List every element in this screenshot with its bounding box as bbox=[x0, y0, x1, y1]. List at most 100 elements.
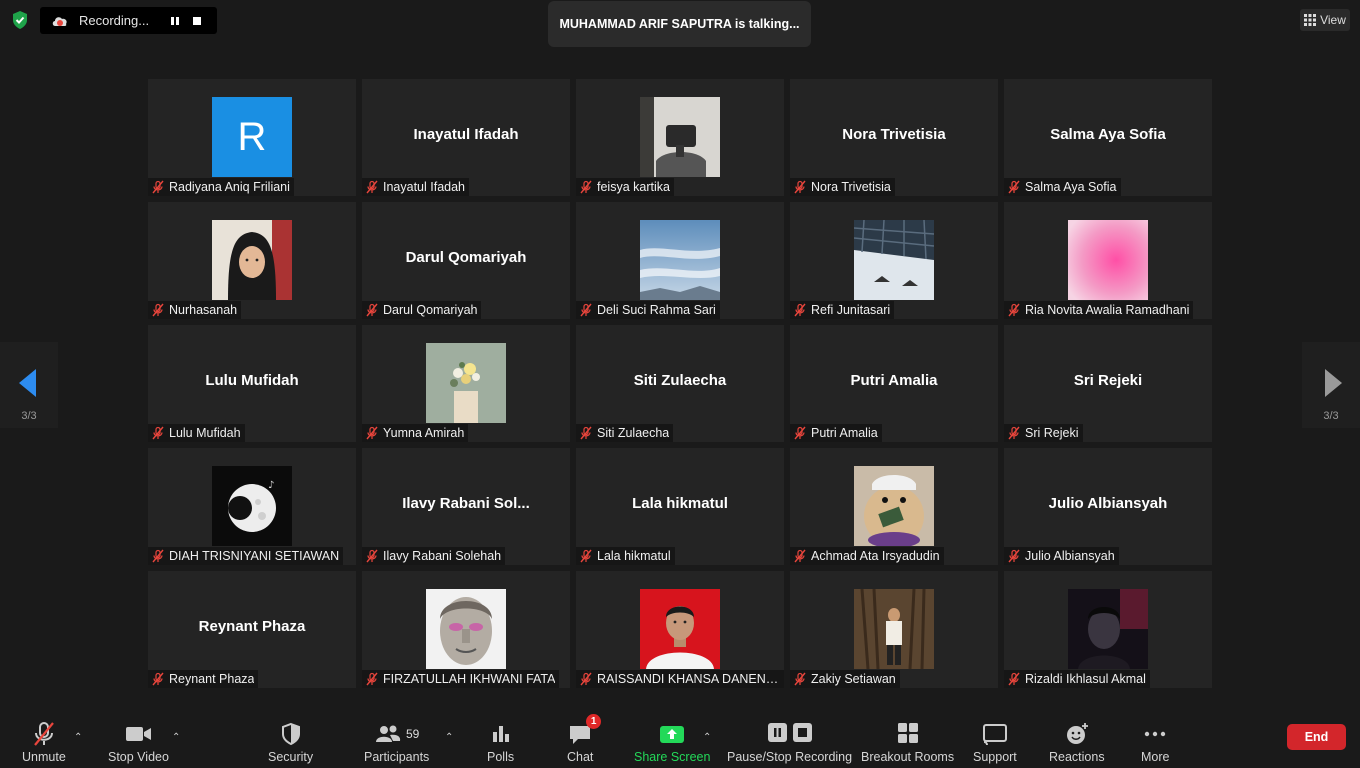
participant-name: Nurhasanah bbox=[169, 303, 238, 317]
participant-tile[interactable]: Lulu Mufidah Lulu Mufidah bbox=[148, 325, 356, 442]
participant-name-tag: RAISSANDI KHANSA DANEND... bbox=[576, 670, 784, 688]
participant-tile[interactable]: Reynant Phaza Reynant Phaza bbox=[148, 571, 356, 688]
participant-tile[interactable]: Darul Qomariyah Darul Qomariyah bbox=[362, 202, 570, 319]
participant-display-name: Lulu Mufidah bbox=[205, 372, 299, 389]
shield-icon bbox=[279, 720, 303, 748]
security-shield-icon[interactable] bbox=[10, 10, 30, 30]
recording-indicator: Recording... bbox=[40, 7, 217, 34]
participants-button[interactable]: 59 Participants bbox=[364, 720, 429, 764]
reactions-label: Reactions bbox=[1049, 750, 1105, 764]
participant-tile[interactable]: Ilavy Rabani Sol... Ilavy Rabani Solehah bbox=[362, 448, 570, 565]
left-arrow-icon bbox=[19, 369, 36, 397]
participant-name-tag: Refi Junitasari bbox=[790, 301, 895, 319]
participant-tile[interactable]: Yumna Amirah bbox=[362, 325, 570, 442]
participant-tile[interactable]: Nora Trivetisia Nora Trivetisia bbox=[790, 79, 998, 196]
participants-label: Participants bbox=[364, 750, 430, 764]
chat-label: Chat bbox=[567, 750, 594, 764]
participant-photo-avatar bbox=[212, 220, 292, 300]
participant-display-name: Sri Rejeki bbox=[1073, 372, 1143, 389]
muted-mic-icon bbox=[793, 303, 807, 317]
polls-button[interactable]: Polls bbox=[487, 720, 514, 764]
participant-name-tag: Radiyana Aniq Friliani bbox=[148, 178, 294, 196]
participant-name-tag: Ria Novita Awalia Ramadhani bbox=[1004, 301, 1194, 319]
muted-mic-icon bbox=[365, 549, 379, 563]
participant-tile[interactable]: ♪ DIAH TRISNIYANI SETIAWAN bbox=[148, 448, 356, 565]
support-button[interactable]: Support bbox=[973, 720, 1017, 764]
previous-page-button[interactable]: 3/3 bbox=[0, 342, 58, 428]
participant-name: Lulu Mufidah bbox=[169, 426, 241, 440]
participant-name-tag: Ilavy Rabani Solehah bbox=[362, 547, 506, 565]
participant-name: RAISSANDI KHANSA DANEND... bbox=[597, 672, 780, 686]
reactions-button[interactable]: Reactions bbox=[1049, 720, 1105, 764]
participant-tile[interactable]: Sri Rejeki Sri Rejeki bbox=[1004, 325, 1212, 442]
participant-name: Ilavy Rabani Solehah bbox=[383, 549, 502, 563]
participant-tile[interactable]: Achmad Ata Irsyadudin bbox=[790, 448, 998, 565]
participant-tile[interactable]: Salma Aya Sofia Salma Aya Sofia bbox=[1004, 79, 1212, 196]
participant-tile[interactable]: RAISSANDI KHANSA DANEND... bbox=[576, 571, 784, 688]
pause-stop-recording-button[interactable]: Pause/Stop Recording bbox=[727, 720, 852, 764]
participant-letter-avatar: R bbox=[212, 97, 292, 177]
stop-video-button[interactable]: Stop Video bbox=[108, 720, 169, 764]
breakout-rooms-button[interactable]: Breakout Rooms bbox=[861, 720, 954, 764]
next-page-button[interactable]: 3/3 bbox=[1302, 342, 1360, 428]
participant-display-name: Salma Aya Sofia bbox=[1050, 126, 1166, 143]
participant-tile[interactable]: Refi Junitasari bbox=[790, 202, 998, 319]
participant-tile[interactable]: Lala hikmatul Lala hikmatul bbox=[576, 448, 784, 565]
security-button[interactable]: Security bbox=[268, 720, 313, 764]
participant-name-tag: Yumna Amirah bbox=[362, 424, 469, 442]
participant-name-tag: Rizaldi Ikhlasul Akmal bbox=[1004, 670, 1150, 688]
participant-name-tag: Sri Rejeki bbox=[1004, 424, 1083, 442]
muted-mic-icon bbox=[365, 672, 379, 686]
pause-recording-icon[interactable] bbox=[167, 13, 183, 29]
share-screen-button[interactable]: Share Screen bbox=[634, 720, 710, 764]
participant-name-tag: Zakiy Setiawan bbox=[790, 670, 900, 688]
participant-tile[interactable]: Rizaldi Ikhlasul Akmal bbox=[1004, 571, 1212, 688]
participant-tile[interactable]: feisya kartika bbox=[576, 79, 784, 196]
muted-mic-icon bbox=[579, 180, 593, 194]
share-screen-label: Share Screen bbox=[634, 750, 711, 764]
participant-photo-avatar bbox=[426, 343, 506, 423]
muted-mic-icon bbox=[151, 549, 165, 563]
more-button[interactable]: More bbox=[1141, 720, 1169, 764]
muted-mic-icon bbox=[1007, 426, 1021, 440]
video-options-caret-icon[interactable]: ⌃ bbox=[172, 732, 180, 743]
view-button[interactable]: View bbox=[1300, 9, 1350, 31]
participant-tile[interactable]: Ria Novita Awalia Ramadhani bbox=[1004, 202, 1212, 319]
audio-options-caret-icon[interactable]: ⌃ bbox=[74, 732, 82, 743]
participant-tile[interactable]: Zakiy Setiawan bbox=[790, 571, 998, 688]
participant-name-tag: Darul Qomariyah bbox=[362, 301, 482, 319]
polls-label: Polls bbox=[487, 750, 515, 764]
participant-tile[interactable]: Julio Albiansyah Julio Albiansyah bbox=[1004, 448, 1212, 565]
pause-stop-recording-label: Pause/Stop Recording bbox=[727, 750, 853, 764]
participant-tile[interactable]: Putri Amalia Putri Amalia bbox=[790, 325, 998, 442]
participant-tile[interactable]: FIRZATULLAH IKHWANI FATA bbox=[362, 571, 570, 688]
participant-name: Siti Zulaecha bbox=[597, 426, 670, 440]
participant-name-tag: Salma Aya Sofia bbox=[1004, 178, 1121, 196]
participant-photo-avatar bbox=[640, 220, 720, 300]
participant-tile[interactable]: Deli Suci Rahma Sari bbox=[576, 202, 784, 319]
participants-options-caret-icon[interactable]: ⌃ bbox=[445, 732, 453, 743]
share-options-caret-icon[interactable]: ⌃ bbox=[703, 732, 711, 743]
polls-icon bbox=[489, 720, 513, 748]
chat-icon: 1 bbox=[567, 714, 602, 748]
participant-tile[interactable]: R Radiyana Aniq Friliani bbox=[148, 79, 356, 196]
end-meeting-button[interactable]: End bbox=[1287, 724, 1346, 750]
chat-button[interactable]: 1 Chat bbox=[567, 714, 602, 764]
muted-mic-icon bbox=[1007, 672, 1021, 686]
participant-name-tag: Lulu Mufidah bbox=[148, 424, 245, 442]
participants-count: 59 bbox=[405, 727, 420, 741]
view-label: View bbox=[1320, 13, 1346, 27]
participant-display-name: Nora Trivetisia bbox=[842, 126, 946, 143]
participant-name: Nora Trivetisia bbox=[811, 180, 891, 194]
stop-recording-icon[interactable] bbox=[189, 13, 205, 29]
participant-tile[interactable]: Inayatul Ifadah Inayatul Ifadah bbox=[362, 79, 570, 196]
participant-name-tag: Nora Trivetisia bbox=[790, 178, 895, 196]
muted-mic-icon bbox=[793, 426, 807, 440]
participant-photo-avatar bbox=[640, 589, 720, 669]
participant-photo-avatar bbox=[1068, 220, 1148, 300]
participant-tile[interactable]: Siti Zulaecha Siti Zulaecha bbox=[576, 325, 784, 442]
participant-tile[interactable]: Nurhasanah bbox=[148, 202, 356, 319]
muted-mic-icon bbox=[793, 180, 807, 194]
muted-mic-icon bbox=[151, 426, 165, 440]
unmute-button[interactable]: Unmute bbox=[22, 720, 66, 764]
